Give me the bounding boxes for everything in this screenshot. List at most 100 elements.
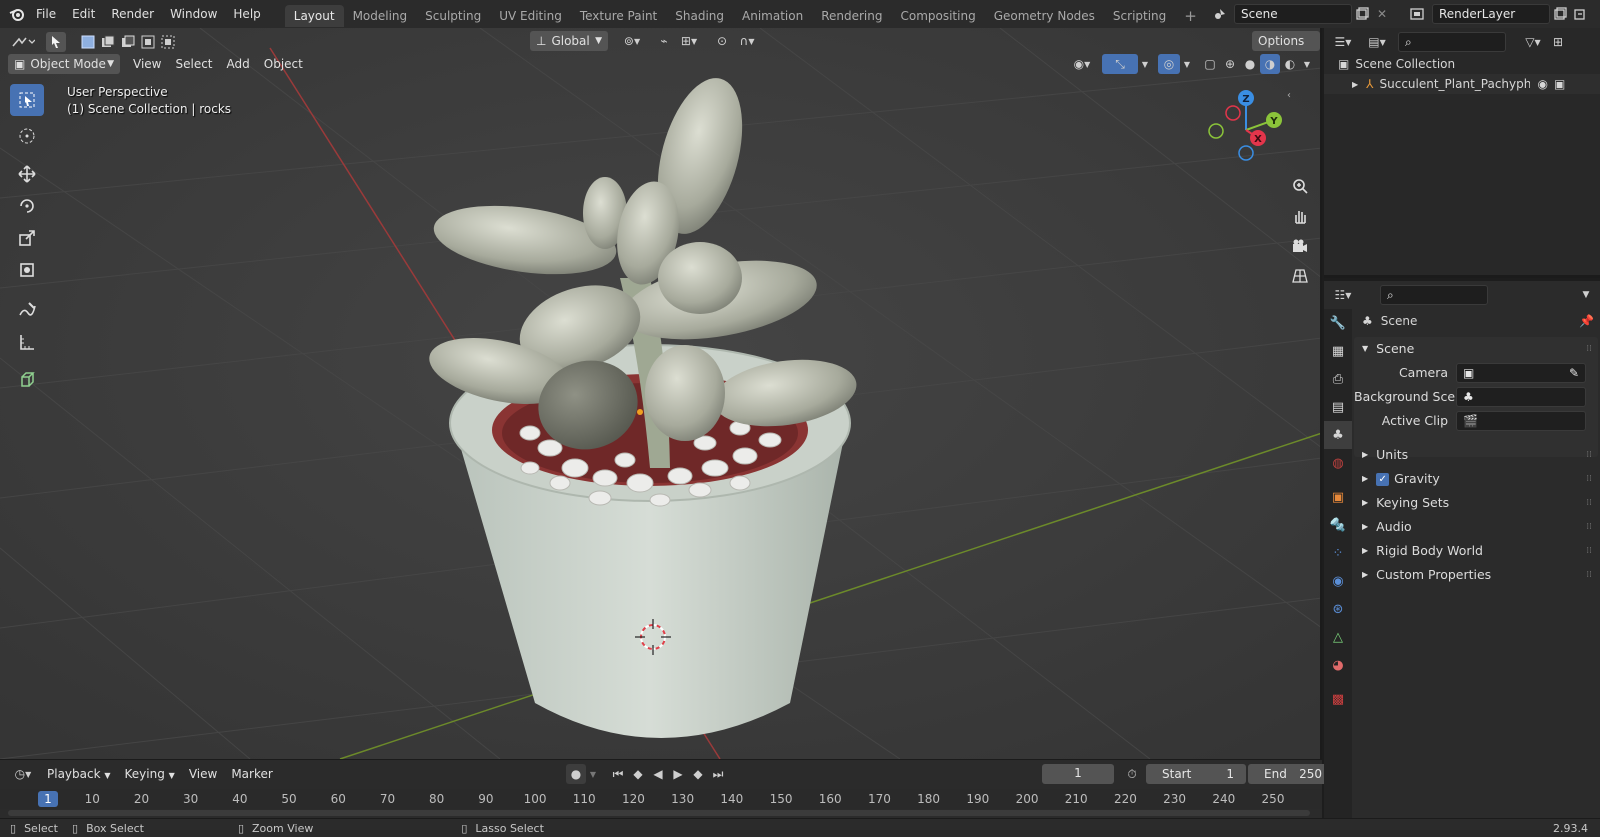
blender-logo-icon[interactable] (6, 4, 28, 24)
properties-editor-type-icon[interactable]: ☷ ▼ (1328, 285, 1358, 305)
remove-render-layer-icon[interactable] (1570, 4, 1590, 24)
modifiers-tab-icon[interactable]: 🔩 (1324, 511, 1352, 539)
tab-texture-paint[interactable]: Texture Paint (571, 5, 666, 27)
measure-tool[interactable] (10, 326, 44, 358)
solid-shading-icon[interactable]: ● (1240, 54, 1260, 74)
proportional-editing-icon[interactable]: ⊙ (712, 31, 732, 51)
outliner-item-row[interactable]: ▶ ⅄ Succulent_Plant_Pachyphytum ◉ ▣ (1324, 74, 1600, 94)
display-mode-icon[interactable]: ▤ ▼ (1362, 32, 1392, 52)
prev-keyframe-icon[interactable]: ◆ (628, 764, 648, 784)
frame-tick[interactable]: 50 (273, 791, 305, 807)
chevron-down-icon[interactable]: ▼ (1300, 54, 1314, 74)
proportional-falloff-icon[interactable]: ∩ ▼ (732, 31, 762, 51)
eyedropper-icon[interactable]: ✎ (1569, 364, 1579, 382)
play-reverse-icon[interactable]: ◀ (648, 764, 668, 784)
stopwatch-icon[interactable]: ⏱ (1122, 764, 1142, 784)
zoom-view-icon[interactable] (1287, 171, 1313, 201)
menu-select[interactable]: Select (168, 54, 219, 74)
wireframe-shading-icon[interactable]: ⊕ (1220, 54, 1240, 74)
constraints-tab-icon[interactable]: ⊛ (1324, 595, 1352, 623)
physics-tab-icon[interactable]: ◉ (1324, 567, 1352, 595)
chevron-down-icon[interactable]: ▼ (586, 764, 600, 784)
outliner-root-row[interactable]: ▣ Scene Collection (1338, 54, 1455, 74)
xray-toggle-icon[interactable]: ▢ (1200, 54, 1220, 74)
pin-icon[interactable]: 📌 (1579, 314, 1594, 328)
jump-start-icon[interactable]: ⏮ (608, 764, 628, 784)
delete-scene-icon[interactable]: ✕ (1372, 4, 1392, 24)
frame-tick[interactable]: 60 (322, 791, 354, 807)
tab-modeling[interactable]: Modeling (344, 5, 417, 27)
drag-handle-icon[interactable]: ⁞⁞ (1586, 515, 1592, 539)
add-cube-tool[interactable] (10, 364, 44, 396)
rigid-body-world-panel-header[interactable]: ▶ Rigid Body World ⁞⁞ (1354, 539, 1598, 563)
frame-tick[interactable]: 180 (913, 791, 945, 807)
gravity-checkbox[interactable]: ✓ (1376, 472, 1390, 486)
pan-view-icon[interactable] (1287, 201, 1313, 231)
snap-toggle-icon[interactable]: ⌁ (654, 31, 674, 51)
tab-scripting[interactable]: Scripting (1104, 5, 1175, 27)
frame-tick[interactable]: 190 (962, 791, 994, 807)
particles-tab-icon[interactable]: ⁘ (1324, 539, 1352, 567)
frame-tick[interactable]: 200 (1011, 791, 1043, 807)
snap-target-icon[interactable]: ⊞ ▼ (674, 31, 704, 51)
scale-tool[interactable] (10, 222, 44, 254)
tab-sculpting[interactable]: Sculpting (416, 5, 490, 27)
new-render-layer-icon[interactable] (1550, 4, 1570, 24)
frame-tick[interactable]: 140 (716, 791, 748, 807)
menu-view[interactable]: View (126, 54, 168, 74)
drag-handle-icon[interactable]: ⁞⁞ (1586, 337, 1592, 361)
menu-object[interactable]: Object (257, 54, 310, 74)
menu-help[interactable]: Help (225, 0, 268, 28)
new-collection-icon[interactable]: ⊞ (1548, 32, 1568, 52)
eye-icon[interactable]: ◉ (1538, 77, 1548, 91)
frame-tick[interactable]: 160 (814, 791, 846, 807)
cursor-tool[interactable] (10, 120, 44, 152)
select-subtract-icon[interactable] (118, 32, 138, 52)
frame-tick[interactable]: 110 (568, 791, 600, 807)
navigation-gizmo[interactable]: Z Y X (1206, 88, 1296, 168)
custom-properties-panel-header[interactable]: ▶ Custom Properties ⁞⁞ (1354, 563, 1598, 587)
new-scene-icon[interactable] (1352, 4, 1372, 24)
options-dropdown[interactable]: Options ▼ (1252, 31, 1320, 68)
render-tab-icon[interactable]: ▦ (1324, 337, 1352, 365)
rotate-tool[interactable] (10, 190, 44, 222)
play-icon[interactable]: ▶ (668, 764, 688, 784)
active-clip-field[interactable]: 🎬 (1456, 411, 1586, 431)
scene-name-field[interactable]: Scene (1234, 4, 1352, 24)
jump-end-icon[interactable]: ⏭ (708, 764, 728, 784)
add-workspace-icon[interactable]: + (1175, 5, 1206, 27)
select-set-icon[interactable] (78, 32, 98, 52)
frame-tick[interactable]: 20 (125, 791, 157, 807)
frame-tick[interactable]: 230 (1159, 791, 1191, 807)
frame-tick[interactable]: 130 (667, 791, 699, 807)
filter-icon[interactable]: ▽ ▼ (1518, 32, 1548, 52)
perspective-toggle-icon[interactable] (1287, 261, 1313, 291)
neg-x-axis-icon[interactable] (1225, 105, 1241, 121)
frame-tick[interactable]: 40 (224, 791, 256, 807)
tab-compositing[interactable]: Compositing (891, 5, 984, 27)
end-frame-field[interactable]: End 250 (1248, 764, 1334, 784)
properties-search-input[interactable]: ⌕ (1380, 285, 1488, 305)
neg-y-axis-icon[interactable] (1208, 123, 1224, 139)
neg-z-axis-icon[interactable] (1238, 145, 1254, 161)
scene-panel-header[interactable]: ▼ Scene ⁞⁞ (1354, 337, 1598, 361)
frame-tick[interactable]: 120 (617, 791, 649, 807)
frame-ruler[interactable]: 1 10 20 30 40 50 60 70 80 90 100 110 120 130 140 150 160… (0, 789, 1322, 809)
drag-handle-icon[interactable]: ⁞⁞ (1586, 467, 1592, 491)
tab-geometry-nodes[interactable]: Geometry Nodes (985, 5, 1104, 27)
frame-tick[interactable]: 170 (863, 791, 895, 807)
drag-handle-icon[interactable]: ⁞⁞ (1586, 443, 1592, 467)
frame-tick[interactable]: 100 (519, 791, 551, 807)
select-extend-icon[interactable] (98, 32, 118, 52)
select-intersect-icon[interactable] (158, 32, 178, 52)
drag-handle-icon[interactable]: ⁞⁞ (1586, 539, 1592, 563)
chevron-down-icon[interactable]: ▼ (1576, 285, 1596, 305)
select-tool-icon[interactable] (46, 32, 66, 52)
frame-tick[interactable]: 220 (1109, 791, 1141, 807)
menu-window[interactable]: Window (162, 0, 225, 28)
drag-handle-icon[interactable]: ⁞⁞ (1586, 563, 1592, 587)
current-frame-tick[interactable]: 1 (38, 791, 58, 807)
frame-tick[interactable]: 80 (421, 791, 453, 807)
output-tab-icon[interactable]: ⎙ (1324, 365, 1352, 393)
select-invert-icon[interactable] (138, 32, 158, 52)
